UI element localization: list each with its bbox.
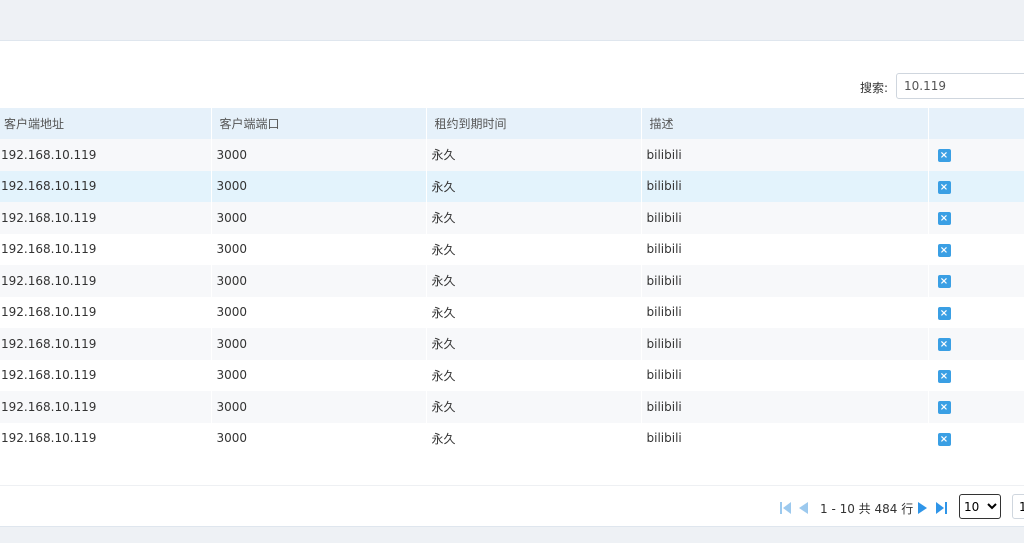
next-page-icon[interactable] <box>917 501 928 515</box>
cell-actions: × <box>928 265 1024 297</box>
cell-description: bilibili <box>641 422 929 454</box>
cell-description: bilibili <box>641 359 929 391</box>
cell-description: bilibili <box>641 233 929 265</box>
pagination: 1 - 10 共 484 行 10 <box>0 494 1024 522</box>
cell-actions: × <box>928 328 1024 360</box>
delete-icon[interactable]: × <box>937 180 951 194</box>
cell-client-address: 192.168.10.119 <box>0 296 212 328</box>
cell-client-address: 192.168.10.119 <box>0 202 212 234</box>
table-row[interactable]: 192.168.10.119 3000 永久 bilibili × <box>0 391 1024 423</box>
cell-client-port: 3000 <box>211 391 427 423</box>
cell-client-port: 3000 <box>211 233 427 265</box>
cell-actions: × <box>928 233 1024 265</box>
cell-actions: × <box>928 422 1024 454</box>
cell-description: bilibili <box>641 296 929 328</box>
table-row[interactable]: 192.168.10.119 3000 永久 bilibili × <box>0 233 1024 265</box>
footer-divider <box>0 485 1024 486</box>
cell-client-address: 192.168.10.119 <box>0 391 212 423</box>
cell-client-address: 192.168.10.119 <box>0 359 212 391</box>
pagination-info: 1 - 10 共 484 行 <box>820 502 914 516</box>
cell-client-port: 3000 <box>211 265 427 297</box>
cell-description: bilibili <box>641 139 929 171</box>
cell-actions: × <box>928 170 1024 202</box>
table-row[interactable]: 192.168.10.119 3000 永久 bilibili × <box>0 139 1024 171</box>
search-bar: 搜索: <box>0 73 1024 101</box>
prev-page-icon[interactable] <box>798 501 809 515</box>
cell-client-port: 3000 <box>211 296 427 328</box>
cell-lease-expiry: 永久 <box>426 391 642 423</box>
cell-client-address: 192.168.10.119 <box>0 139 212 171</box>
delete-icon[interactable]: × <box>937 338 951 352</box>
delete-icon[interactable]: × <box>937 212 951 226</box>
table-row[interactable]: 192.168.10.119 3000 永久 bilibili × <box>0 265 1024 297</box>
cell-client-port: 3000 <box>211 202 427 234</box>
table-row[interactable]: 192.168.10.119 3000 永久 bilibili × <box>0 170 1024 202</box>
cell-client-address: 192.168.10.119 <box>0 265 212 297</box>
cell-description: bilibili <box>641 328 929 360</box>
column-header-client-port[interactable]: 客户端端口 <box>211 108 427 139</box>
table-row[interactable]: 192.168.10.119 3000 永久 bilibili × <box>0 202 1024 234</box>
delete-icon[interactable]: × <box>937 306 951 320</box>
cell-actions: × <box>928 391 1024 423</box>
cell-actions: × <box>928 359 1024 391</box>
cell-lease-expiry: 永久 <box>426 265 642 297</box>
page-number-input[interactable] <box>1012 494 1024 519</box>
cell-client-port: 3000 <box>211 328 427 360</box>
delete-icon[interactable]: × <box>937 275 951 289</box>
column-header-client-address[interactable]: 客户端地址 <box>0 108 212 139</box>
table-header: 客户端地址 客户端端口 租约到期时间 描述 <box>0 108 1024 139</box>
table-row[interactable]: 192.168.10.119 3000 永久 bilibili × <box>0 422 1024 454</box>
cell-lease-expiry: 永久 <box>426 202 642 234</box>
cell-description: bilibili <box>641 170 929 202</box>
page-size-select[interactable]: 10 <box>959 494 1001 519</box>
cell-lease-expiry: 永久 <box>426 359 642 391</box>
cell-client-address: 192.168.10.119 <box>0 233 212 265</box>
cell-client-port: 3000 <box>211 170 427 202</box>
table-row[interactable]: 192.168.10.119 3000 永久 bilibili × <box>0 296 1024 328</box>
table-row[interactable]: 192.168.10.119 3000 永久 bilibili × <box>0 359 1024 391</box>
cell-client-address: 192.168.10.119 <box>0 328 212 360</box>
column-header-actions <box>928 108 1024 139</box>
cell-lease-expiry: 永久 <box>426 170 642 202</box>
search-label: 搜索: <box>859 81 888 95</box>
cell-client-port: 3000 <box>211 359 427 391</box>
cell-description: bilibili <box>641 202 929 234</box>
cell-lease-expiry: 永久 <box>426 296 642 328</box>
cell-actions: × <box>928 296 1024 328</box>
last-page-icon[interactable] <box>935 501 947 515</box>
cell-lease-expiry: 永久 <box>426 328 642 360</box>
cell-lease-expiry: 永久 <box>426 422 642 454</box>
delete-icon[interactable]: × <box>937 401 951 415</box>
cell-client-address: 192.168.10.119 <box>0 170 212 202</box>
cell-lease-expiry: 永久 <box>426 233 642 265</box>
cell-actions: × <box>928 139 1024 171</box>
cell-client-port: 3000 <box>211 422 427 454</box>
column-header-description[interactable]: 描述 <box>641 108 929 139</box>
search-input[interactable] <box>896 73 1024 99</box>
delete-icon[interactable]: × <box>937 149 951 163</box>
cell-actions: × <box>928 202 1024 234</box>
cell-client-address: 192.168.10.119 <box>0 422 212 454</box>
cell-client-port: 3000 <box>211 139 427 171</box>
first-page-icon[interactable] <box>780 501 792 515</box>
cell-description: bilibili <box>641 391 929 423</box>
delete-icon[interactable]: × <box>937 432 951 446</box>
cell-lease-expiry: 永久 <box>426 139 642 171</box>
client-table: 客户端地址 客户端端口 租约到期时间 描述 192.168.10.119 3000… <box>0 108 1024 454</box>
column-header-lease-expiry[interactable]: 租约到期时间 <box>426 108 642 139</box>
delete-icon[interactable]: × <box>937 369 951 383</box>
table-row[interactable]: 192.168.10.119 3000 永久 bilibili × <box>0 328 1024 360</box>
delete-icon[interactable]: × <box>937 243 951 257</box>
cell-description: bilibili <box>641 265 929 297</box>
